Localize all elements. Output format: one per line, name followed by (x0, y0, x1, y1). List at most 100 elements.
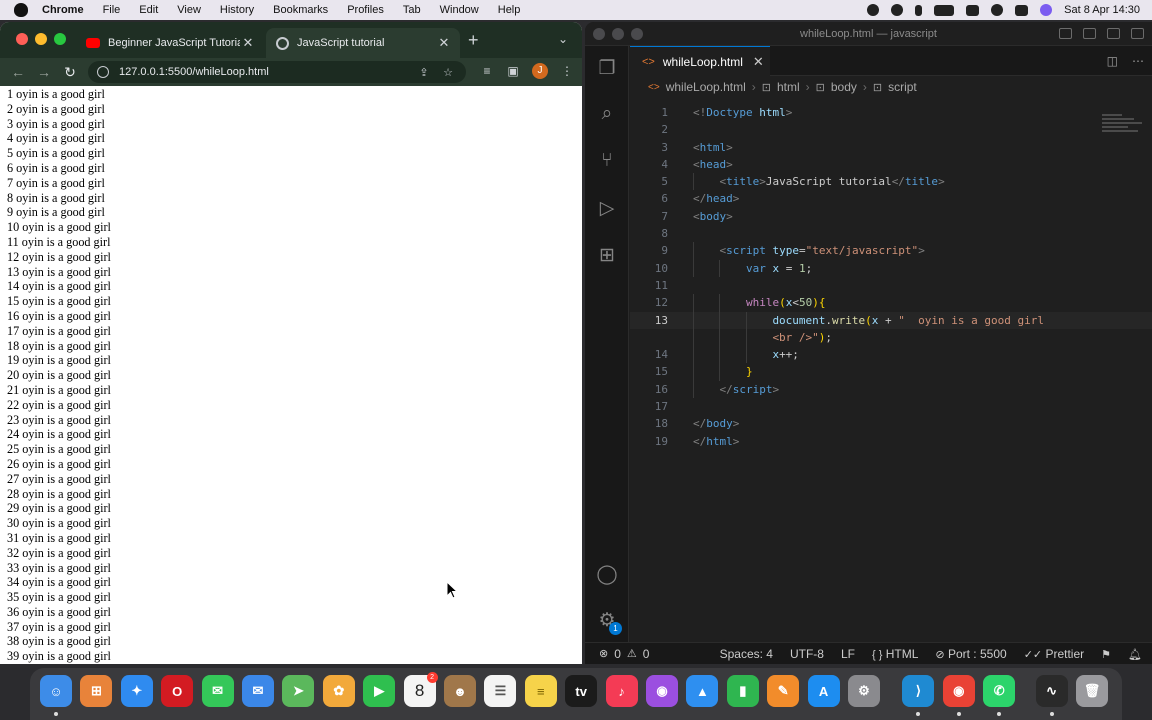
menu-file[interactable]: File (103, 4, 121, 16)
zoom-window-button[interactable] (631, 28, 643, 40)
run-debug-icon[interactable]: ▷ (595, 196, 619, 220)
source-control-icon[interactable]: ⑂ (595, 149, 619, 173)
toggle-panel-icon[interactable] (1083, 28, 1096, 39)
messages-icon[interactable]: ✉ (201, 675, 234, 707)
menu-edit[interactable]: Edit (139, 4, 158, 16)
split-editor-icon[interactable]: ◫ (1107, 54, 1118, 68)
pages-icon[interactable]: ✎ (767, 675, 800, 707)
menu-history[interactable]: History (220, 4, 254, 16)
facetime-icon[interactable]: ▶ (363, 675, 396, 707)
trash-icon[interactable]: 🗑︎ (1076, 675, 1108, 707)
back-arrow-icon[interactable]: ← (10, 64, 26, 80)
toggle-secondary-sidebar-icon[interactable] (1107, 28, 1120, 39)
share-icon[interactable]: ⇪ (418, 66, 430, 79)
menu-app-name[interactable]: Chrome (42, 4, 84, 16)
indentation-status[interactable]: Spaces: 4 (720, 647, 773, 661)
reminders-icon[interactable]: ☰ (484, 675, 517, 707)
close-window-button[interactable] (16, 33, 28, 45)
breadcrumb-script[interactable]: script (888, 80, 917, 94)
forward-arrow-icon[interactable]: → (36, 64, 52, 80)
code-token: <! (693, 106, 707, 119)
feedback-icon[interactable]: ⚑ (1101, 648, 1111, 661)
finder-icon[interactable]: ☺ (40, 675, 72, 707)
menu-bar-clock[interactable]: Sat 8 Apr 14:30 (1064, 4, 1140, 16)
maps-icon[interactable]: ➤ (282, 675, 315, 707)
side-panel-icon[interactable]: ▣ (506, 64, 520, 78)
tab-search-chevron-icon[interactable]: ⌄ (558, 32, 568, 46)
mail-icon[interactable]: ✉ (242, 675, 274, 707)
podcasts-icon[interactable]: ◉ (646, 675, 678, 707)
opera-icon[interactable]: O (161, 675, 194, 707)
chrome-menu-icon[interactable]: ⋮ (560, 64, 574, 78)
system-settings-icon[interactable]: ⚙ (848, 675, 880, 707)
calendar-icon[interactable]: 82 (403, 672, 438, 707)
keynote-icon[interactable]: ▲ (686, 675, 719, 707)
more-actions-icon[interactable]: ⋯ (1132, 54, 1144, 68)
whatsapp-icon[interactable]: ✆ (983, 675, 1016, 707)
menu-view[interactable]: View (177, 4, 201, 16)
minimize-window-button[interactable] (612, 28, 624, 40)
menu-window[interactable]: Window (440, 4, 479, 16)
explorer-icon[interactable]: ❐ (595, 56, 619, 80)
profile-avatar[interactable]: J (532, 63, 548, 79)
accounts-icon[interactable]: ◯ (595, 562, 619, 586)
close-tab-icon[interactable]: ✕ (436, 35, 452, 51)
tab-beginner-javascript-tutorial[interactable]: Beginner JavaScript Tutorial - ✕ (76, 28, 264, 58)
bluetooth-icon[interactable] (915, 4, 923, 16)
launchpad-icon[interactable]: ⊞ (80, 675, 113, 707)
notes-icon[interactable]: ≡ (524, 675, 557, 707)
menu-help[interactable]: Help (498, 4, 521, 16)
menu-tab[interactable]: Tab (403, 4, 421, 16)
app-store-icon[interactable]: A (807, 675, 840, 707)
play-icon[interactable] (891, 4, 904, 16)
search-icon[interactable]: ⌕ (595, 102, 619, 126)
wifi-icon[interactable] (966, 4, 980, 16)
url-text[interactable]: 127.0.0.1:5500/whileLoop.html (119, 66, 418, 78)
apple-tv-icon[interactable]: tv (565, 675, 598, 707)
toggle-primary-sidebar-icon[interactable] (1059, 28, 1072, 39)
site-info-icon[interactable] (97, 66, 109, 78)
spotlight-search-icon[interactable] (991, 4, 1004, 16)
zoom-window-button[interactable] (54, 33, 66, 45)
breadcrumb-body[interactable]: body (831, 80, 857, 94)
manage-gear-icon[interactable]: ⚙ 1 (595, 608, 622, 635)
minimize-window-button[interactable] (35, 33, 47, 45)
battery-icon[interactable] (934, 4, 955, 16)
bookmark-star-icon[interactable]: ☆ (442, 66, 454, 79)
siri-icon[interactable] (1040, 4, 1053, 16)
notifications-bell-icon[interactable]: 🔔︎ (1128, 648, 1142, 661)
live-server-status[interactable]: ⊘ Port : 5500 (935, 647, 1006, 661)
code-editor[interactable]: 1 <!Doctype html> 2 3 <html> 4 <head> 5 <title>J… (630, 104, 1152, 642)
photos-icon[interactable]: ✿ (322, 675, 355, 707)
chrome-icon[interactable]: ◉ (942, 675, 975, 707)
breadcrumb-html[interactable]: html (777, 80, 800, 94)
language-mode-status[interactable]: { } HTML (872, 647, 918, 661)
extensions-icon[interactable]: ⊞ (595, 243, 619, 267)
numbers-icon[interactable]: ▮ (726, 675, 759, 707)
reading-list-icon[interactable]: ≡ (480, 64, 494, 78)
close-window-button[interactable] (593, 28, 605, 40)
safari-icon[interactable]: ✦ (120, 675, 153, 707)
activity-monitor-icon[interactable]: ∿ (1035, 675, 1068, 707)
prettier-status[interactable]: ✓✓ Prettier (1024, 647, 1084, 661)
address-bar[interactable]: 127.0.0.1:5500/whileLoop.html ⇪ ☆ (88, 61, 466, 83)
music-icon[interactable]: ♪ (605, 675, 638, 707)
editor-tab-whileloop[interactable]: <> whileLoop.html ✕ (630, 46, 770, 76)
reload-icon[interactable]: ↻ (62, 64, 78, 81)
record-icon[interactable] (867, 4, 880, 16)
new-tab-icon[interactable]: + (468, 31, 479, 49)
breadcrumb-file[interactable]: whileLoop.html (666, 80, 746, 94)
customize-layout-icon[interactable] (1131, 28, 1144, 39)
tab-javascript-tutorial[interactable]: JavaScript tutorial ✕ (266, 28, 460, 58)
close-tab-icon[interactable]: ✕ (240, 35, 256, 51)
problems-indicator[interactable]: ⊗ 0 ⚠ 0 (599, 647, 649, 661)
menu-bookmarks[interactable]: Bookmarks (273, 4, 328, 16)
vscode-icon[interactable]: ⟩ (902, 675, 935, 707)
close-editor-icon[interactable]: ✕ (753, 54, 764, 70)
apple-menu-icon[interactable] (14, 3, 28, 17)
control-center-icon[interactable] (1015, 4, 1029, 16)
encoding-status[interactable]: UTF-8 (790, 647, 824, 661)
menu-profiles[interactable]: Profiles (347, 4, 384, 16)
contacts-icon[interactable]: ☻ (444, 675, 476, 707)
eol-status[interactable]: LF (841, 647, 855, 661)
